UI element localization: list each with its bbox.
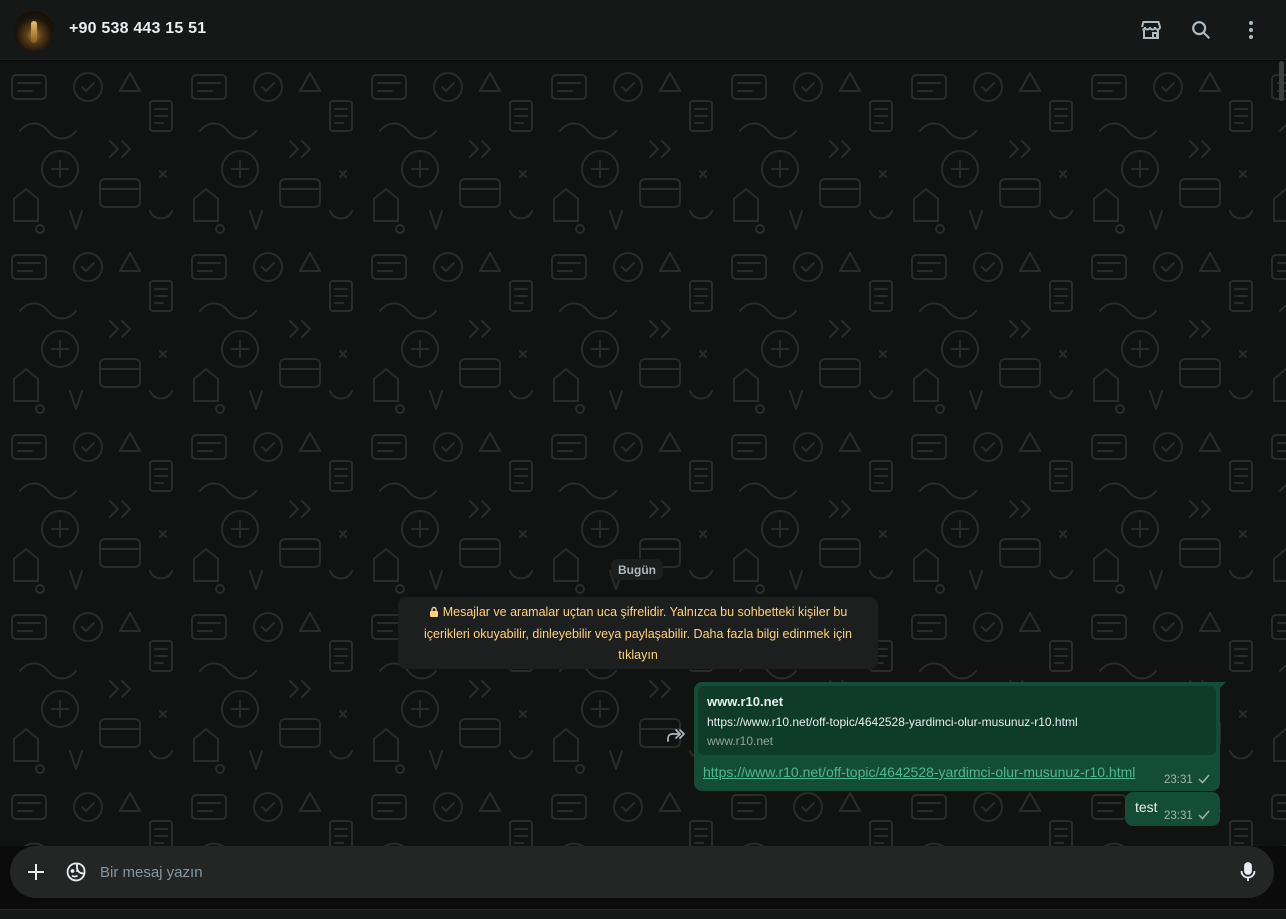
message-text: test xyxy=(1135,799,1158,815)
sent-check-icon xyxy=(1197,773,1211,787)
forward-icon[interactable] xyxy=(663,725,687,747)
sticker-icon[interactable] xyxy=(64,860,88,884)
search-icon[interactable] xyxy=(1187,16,1215,44)
sent-check-icon xyxy=(1197,809,1211,823)
link-preview-domain: www.r10.net xyxy=(707,734,774,748)
contact-name[interactable]: +90 538 443 15 51 xyxy=(69,20,206,38)
microphone-icon[interactable] xyxy=(1236,860,1260,884)
menu-icon[interactable] xyxy=(1237,16,1265,44)
message-input[interactable] xyxy=(100,860,1210,884)
contact-avatar[interactable] xyxy=(14,11,54,51)
message-bubble-text[interactable]: test 23:31 xyxy=(1125,792,1220,826)
link-preview-title: www.r10.net xyxy=(707,694,784,709)
message-link[interactable]: https://www.r10.net/off-topic/4642528-ya… xyxy=(703,764,1135,780)
link-preview-description: https://www.r10.net/off-topic/4642528-ya… xyxy=(707,715,1078,729)
encryption-notice[interactable]: Mesajlar ve aramalar uçtan uca şifrelidi… xyxy=(398,597,878,669)
lock-icon xyxy=(429,603,439,624)
chat-area: Bugün Mesajlar ve aramalar uçtan uca şif… xyxy=(0,61,1286,846)
date-divider: Bugün xyxy=(611,559,663,580)
scrollbar-thumb[interactable] xyxy=(1279,61,1284,101)
message-time: 23:31 xyxy=(1164,774,1193,786)
message-meta: 23:31 xyxy=(1164,773,1211,787)
encryption-notice-text: Mesajlar ve aramalar uçtan uca şifrelidi… xyxy=(424,605,852,662)
bottom-edge xyxy=(0,909,1286,919)
message-meta: 23:31 xyxy=(1164,809,1211,823)
message-bubble-link[interactable]: www.r10.net https://www.r10.net/off-topi… xyxy=(694,682,1220,791)
attach-plus-icon[interactable] xyxy=(24,860,48,884)
link-preview-card[interactable]: www.r10.net https://www.r10.net/off-topi… xyxy=(698,686,1216,755)
message-time: 23:31 xyxy=(1164,810,1193,822)
message-composer xyxy=(10,846,1274,898)
catalog-icon[interactable] xyxy=(1137,16,1165,44)
scrollbar[interactable] xyxy=(1278,61,1286,846)
chat-header: +90 538 443 15 51 xyxy=(0,0,1286,60)
